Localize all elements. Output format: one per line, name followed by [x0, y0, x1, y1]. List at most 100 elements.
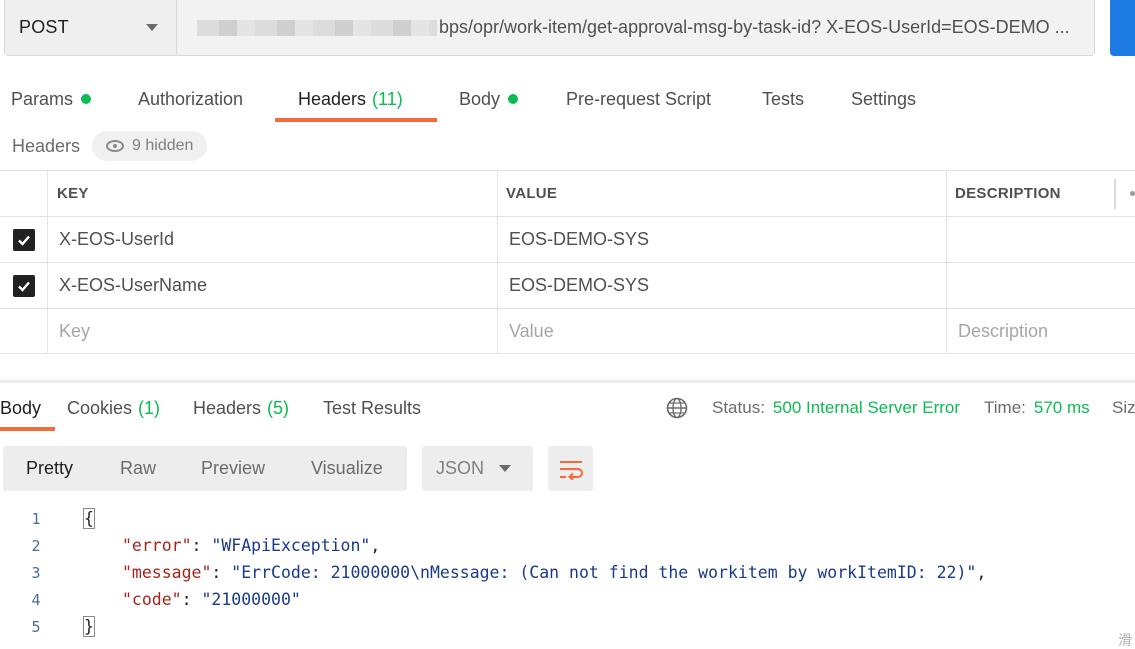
row-checkbox-cell	[0, 309, 48, 354]
view-preview-button[interactable]: Preview	[201, 446, 265, 491]
tab-label: Settings	[851, 88, 917, 109]
headers-title: Headers	[12, 135, 81, 156]
table-header-row: KEY VALUE DESCRIPTION	[0, 170, 1135, 216]
header-value-input[interactable]: EOS-DEMO-SYS	[498, 263, 947, 308]
row-checkbox[interactable]	[12, 274, 35, 297]
line-number: 1	[31, 509, 41, 528]
code-line: 1 {	[0, 505, 1135, 532]
corner-glyph: 滑	[1118, 632, 1132, 648]
send-button[interactable]	[1110, 0, 1135, 56]
tab-label: Tests	[762, 88, 805, 109]
globe-icon[interactable]	[666, 397, 688, 419]
row-checkbox[interactable]	[12, 228, 35, 251]
checkmark-icon	[17, 281, 30, 292]
checkbox-column-header	[0, 171, 48, 216]
tab-params[interactable]: Params	[11, 76, 92, 122]
line-number: 3	[31, 563, 41, 582]
response-tab-test-results[interactable]: Test Results	[323, 392, 421, 424]
tab-label: Pre-request Script	[566, 88, 712, 109]
line-number: 2	[31, 536, 41, 555]
tab-authorization[interactable]: Authorization	[138, 76, 243, 122]
tab-label: Headers	[193, 397, 262, 418]
response-size[interactable]: Siz	[1112, 392, 1135, 424]
status-dot-icon	[81, 94, 92, 104]
tab-label: Authorization	[138, 88, 244, 109]
table-row: X-EOS-UserName EOS-DEMO-SYS	[0, 262, 1135, 308]
tab-body[interactable]: Body	[459, 76, 519, 122]
time-label: Time:	[984, 398, 1026, 417]
code-line: 3 "message": "ErrCode: 21000000\nMessage…	[0, 559, 1135, 586]
active-tab-indicator	[0, 427, 55, 431]
response-tab-headers[interactable]: Headers (5)	[193, 392, 289, 424]
view-pretty-button[interactable]: Pretty	[26, 446, 73, 491]
wrap-lines-button[interactable]	[548, 446, 593, 491]
table-row: X-EOS-UserId EOS-DEMO-SYS	[0, 216, 1135, 262]
tab-tests[interactable]: Tests	[762, 76, 804, 122]
format-select[interactable]: JSON	[422, 446, 533, 491]
json-entry: "error": "WFApiException",	[122, 536, 381, 555]
header-key-input[interactable]: X-EOS-UserId	[48, 217, 498, 262]
header-key-input[interactable]: X-EOS-UserName	[48, 263, 498, 308]
method-select[interactable]: POST	[5, 0, 177, 55]
size-label: Siz	[1112, 398, 1135, 417]
json-close-brace: }	[83, 616, 95, 637]
hidden-headers-toggle[interactable]: 9 hidden	[92, 131, 208, 161]
line-number: 5	[31, 617, 41, 636]
wrap-lines-icon	[559, 460, 583, 480]
more-options-icon[interactable]	[1130, 191, 1135, 196]
json-comma: ,	[370, 536, 381, 555]
json-value: "WFApiException"	[211, 536, 371, 555]
format-select-value: JSON	[436, 458, 485, 478]
headers-toolbar: Headers 9 hidden	[12, 130, 208, 162]
tab-label: Params	[11, 88, 74, 109]
response-time[interactable]: Time: 570 ms	[984, 392, 1090, 424]
json-key: "code"	[122, 590, 182, 609]
url-text: bps/opr/work-item/get-approval-msg-by-ta…	[439, 17, 1070, 37]
response-tab-cookies[interactable]: Cookies (1)	[67, 392, 160, 424]
tab-count: (1)	[138, 397, 161, 418]
new-key-input[interactable]: Key	[48, 309, 498, 354]
json-entry: "code": "21000000"	[122, 590, 301, 609]
row-checkbox-cell	[0, 263, 48, 308]
hidden-count-label: 9 hidden	[132, 137, 194, 154]
response-status[interactable]: Status: 500 Internal Server Error	[712, 392, 960, 424]
redacted-url-host	[197, 19, 437, 36]
tab-label: Cookies	[67, 397, 133, 418]
line-number: 4	[31, 590, 41, 609]
view-raw-button[interactable]: Raw	[120, 446, 156, 491]
tab-settings[interactable]: Settings	[851, 76, 916, 122]
new-value-input[interactable]: Value	[498, 309, 947, 354]
tab-count: (11)	[372, 88, 403, 109]
pane-resize-divider[interactable]	[0, 380, 1135, 383]
method-label: POST	[19, 17, 69, 37]
header-description-input[interactable]	[947, 263, 1135, 308]
tab-headers[interactable]: Headers (11)	[298, 76, 403, 122]
new-description-input[interactable]: Description	[947, 309, 1135, 354]
code-line: 5 }	[0, 613, 1135, 640]
column-resize-handle[interactable]	[1114, 179, 1116, 209]
code-line: 4 "code": "21000000"	[0, 586, 1135, 613]
json-value: "ErrCode: 21000000\nMessage: (Can not fi…	[231, 563, 977, 582]
tab-pre-request-script[interactable]: Pre-request Script	[566, 76, 711, 122]
tab-label: Body	[459, 88, 501, 109]
response-tab-body[interactable]: Body	[0, 392, 41, 424]
header-description-input[interactable]	[947, 217, 1135, 262]
status-dot-icon	[508, 94, 519, 104]
view-visualize-button[interactable]: Visualize	[311, 446, 383, 491]
json-entry: "message": "ErrCode: 21000000\nMessage: …	[122, 563, 987, 582]
json-comma: ,	[976, 563, 987, 582]
column-header-description: DESCRIPTION	[955, 185, 1061, 202]
tab-label: Headers	[298, 88, 367, 109]
tab-label: Body	[0, 397, 42, 418]
tab-count: (5)	[267, 397, 290, 418]
time-value: 570 ms	[1033, 398, 1090, 417]
chevron-down-icon	[146, 24, 158, 31]
response-body-editor[interactable]: 1 { 2 "error": "WFApiException", 3 "mess…	[0, 505, 1135, 640]
json-value: "21000000"	[201, 590, 301, 609]
status-label: Status:	[712, 398, 765, 417]
view-mode-group: Pretty Raw Preview Visualize	[3, 446, 407, 491]
checkmark-icon	[17, 235, 30, 246]
url-input[interactable]: bps/opr/work-item/get-approval-msg-by-ta…	[177, 0, 1094, 55]
json-open-brace: {	[83, 508, 95, 529]
header-value-input[interactable]: EOS-DEMO-SYS	[498, 217, 947, 262]
